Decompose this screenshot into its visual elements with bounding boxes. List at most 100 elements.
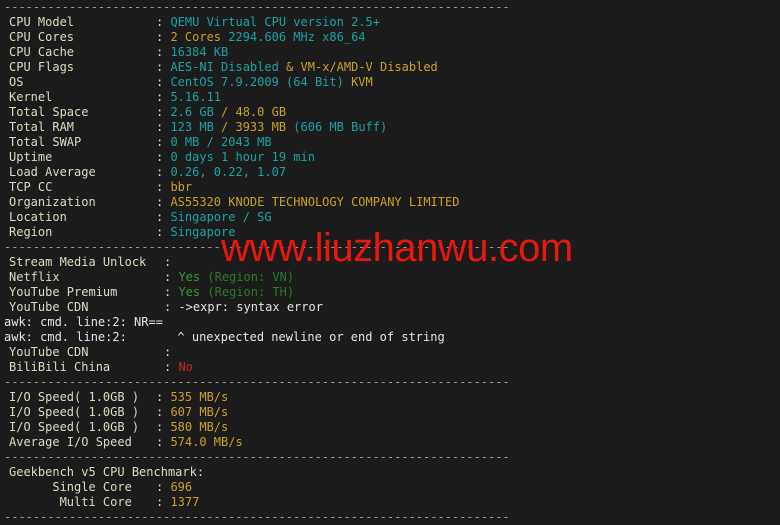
value-kernel: 5.16.11 [170, 90, 222, 104]
row-load-average: Load Average: 0.26, 0.22, 1.07 [0, 165, 780, 180]
value-ram-buff: (606 MB Buff) [293, 120, 388, 134]
row-geekbench-single-core: Single Core: 696 [0, 480, 780, 495]
colon: : [156, 390, 171, 404]
colon: : [156, 435, 171, 449]
value-swap-used: 0 MB [170, 135, 200, 149]
colon: : [156, 495, 171, 509]
row-bilibili-china: BiliBili China: No [0, 360, 780, 375]
row-kernel: Kernel: 5.16.11 [0, 90, 780, 105]
row-uptime: Uptime: 0 days 1 hour 19 min [0, 150, 780, 165]
label-bilibili-china: BiliBili China [9, 360, 111, 374]
value-bilibili-status: No [178, 360, 193, 374]
colon: : [156, 210, 171, 224]
value-io-speed-3: 580 MB/s [170, 420, 229, 434]
label-io-speed-3: I/O Speed( 1.0GB ) [9, 420, 140, 434]
row-youtube-cdn-second: YouTube CDN: [0, 345, 780, 360]
label-region: Region [9, 225, 53, 239]
value-os-virt: KVM [343, 75, 373, 89]
label-youtube-cdn: YouTube CDN [9, 300, 89, 314]
colon: : [164, 345, 179, 359]
value-ram-used: 123 MB [170, 120, 214, 134]
value-cpu-flags-sep: & [278, 60, 301, 74]
colon: : [156, 45, 171, 59]
value-io-speed-2: 607 MB/s [170, 405, 229, 419]
row-youtube-premium: YouTube Premium: Yes (Region: TH) [0, 285, 780, 300]
colon: : [156, 75, 171, 89]
awk-error-line-2: awk: cmd. line:2: ^ unexpected newline o… [4, 330, 445, 344]
value-cpu-model: QEMU Virtual CPU version 2.5+ [170, 15, 380, 29]
colon: : [156, 60, 171, 74]
row-netflix: Netflix: Yes (Region: VN) [0, 270, 780, 285]
colon: : [156, 180, 171, 194]
row-tcp-cc: TCP CC: bbr [0, 180, 780, 195]
value-cpu-flags-vm: VM-x/AMD-V Disabled [300, 60, 438, 74]
row-io-speed-average: Average I/O Speed: 574.0 MB/s [0, 435, 780, 450]
label-cpu-cache: CPU Cache [9, 45, 75, 59]
colon: : [156, 150, 171, 164]
label-stream-media-unlock: Stream Media Unlock [9, 255, 147, 269]
label-uptime: Uptime [9, 150, 53, 164]
colon: : [156, 225, 171, 239]
label-io-speed-2: I/O Speed( 1.0GB ) [9, 405, 140, 419]
row-location: Location: Singapore / SG [0, 210, 780, 225]
row-cpu-model: CPU Model: QEMU Virtual CPU version 2.5+ [0, 15, 780, 30]
value-os-name: CentOS 7.9.2009 (64 Bit) [170, 75, 344, 89]
row-total-swap: Total SWAP: 0 MB / 2043 MB [0, 135, 780, 150]
value-io-speed-average: 574.0 MB/s [170, 435, 243, 449]
label-netflix: Netflix [9, 270, 60, 284]
row-youtube-cdn: YouTube CDN: ->expr: syntax error [0, 300, 780, 315]
colon: : [156, 105, 171, 119]
value-io-speed-1: 535 MB/s [170, 390, 229, 404]
colon: : [164, 285, 179, 299]
row-region: Region: Singapore [0, 225, 780, 240]
colon: : [156, 420, 171, 434]
separator-bottom: ----------------------------------------… [4, 510, 510, 524]
label-location: Location [9, 210, 67, 224]
colon: : [164, 300, 179, 314]
value-cpu-cores-detail: 2294.606 MHz x86_64 [221, 30, 366, 44]
row-organization: Organization: AS55320 KNODE TECHNOLOGY C… [0, 195, 780, 210]
colon: : [164, 255, 179, 269]
label-total-swap: Total SWAP [9, 135, 82, 149]
value-space-total: / 48.0 GB [213, 105, 287, 119]
value-organization: AS55320 KNODE TECHNOLOGY COMPANY LIMITED [170, 195, 460, 209]
row-io-speed-2: I/O Speed( 1.0GB ): 607 MB/s [0, 405, 780, 420]
separator-geekbench: ----------------------------------------… [4, 450, 510, 464]
separator-stream: ----------------------------------------… [4, 240, 510, 254]
colon: : [156, 135, 171, 149]
row-stream-media-heading: Stream Media Unlock: [0, 255, 780, 270]
label-geekbench-single-core: Single Core [9, 480, 132, 494]
row-os: OS: CentOS 7.9.2009 (64 Bit) KVM [0, 75, 780, 90]
colon: : [156, 405, 171, 419]
value-netflix-status: Yes [178, 270, 201, 284]
row-cpu-flags: CPU Flags: AES-NI Disabled & VM-x/AMD-V … [0, 60, 780, 75]
colon: : [156, 30, 171, 44]
label-io-speed-1: I/O Speed( 1.0GB ) [9, 390, 140, 404]
label-load-average: Load Average [9, 165, 96, 179]
value-cpu-cores-count: 2 Cores [170, 30, 222, 44]
colon: : [156, 195, 171, 209]
value-netflix-region: (Region: VN) [200, 270, 295, 284]
label-organization: Organization [9, 195, 96, 209]
value-region: Singapore [170, 225, 236, 239]
value-space-used: 2.6 GB [170, 105, 214, 119]
row-cpu-cache: CPU Cache: 16384 KB [0, 45, 780, 60]
row-total-space: Total Space: 2.6 GB / 48.0 GB [0, 105, 780, 120]
label-total-ram: Total RAM [9, 120, 75, 134]
row-io-speed-1: I/O Speed( 1.0GB ): 535 MB/s [0, 390, 780, 405]
colon: : [164, 360, 179, 374]
value-geekbench-multi-core: 1377 [170, 495, 200, 509]
label-geekbench-multi-core: Multi Core [9, 495, 132, 509]
awk-error-line-1: awk: cmd. line:2: NR== [4, 315, 163, 329]
value-ram-total: / 3933 MB [213, 120, 294, 134]
row-cpu-cores: CPU Cores: 2 Cores 2294.606 MHz x86_64 [0, 30, 780, 45]
terminal-output: ----------------------------------------… [0, 0, 780, 524]
row-geekbench-multi-core: Multi Core: 1377 [0, 495, 780, 510]
value-youtube-premium-region: (Region: TH) [200, 285, 295, 299]
value-tcp-cc: bbr [170, 180, 193, 194]
label-youtube-premium: YouTube Premium [9, 285, 118, 299]
label-total-space: Total Space [9, 105, 89, 119]
value-cpu-flags-aes: AES-NI Disabled [170, 60, 279, 74]
colon: : [164, 270, 179, 284]
label-io-speed-average: Average I/O Speed [9, 435, 132, 449]
